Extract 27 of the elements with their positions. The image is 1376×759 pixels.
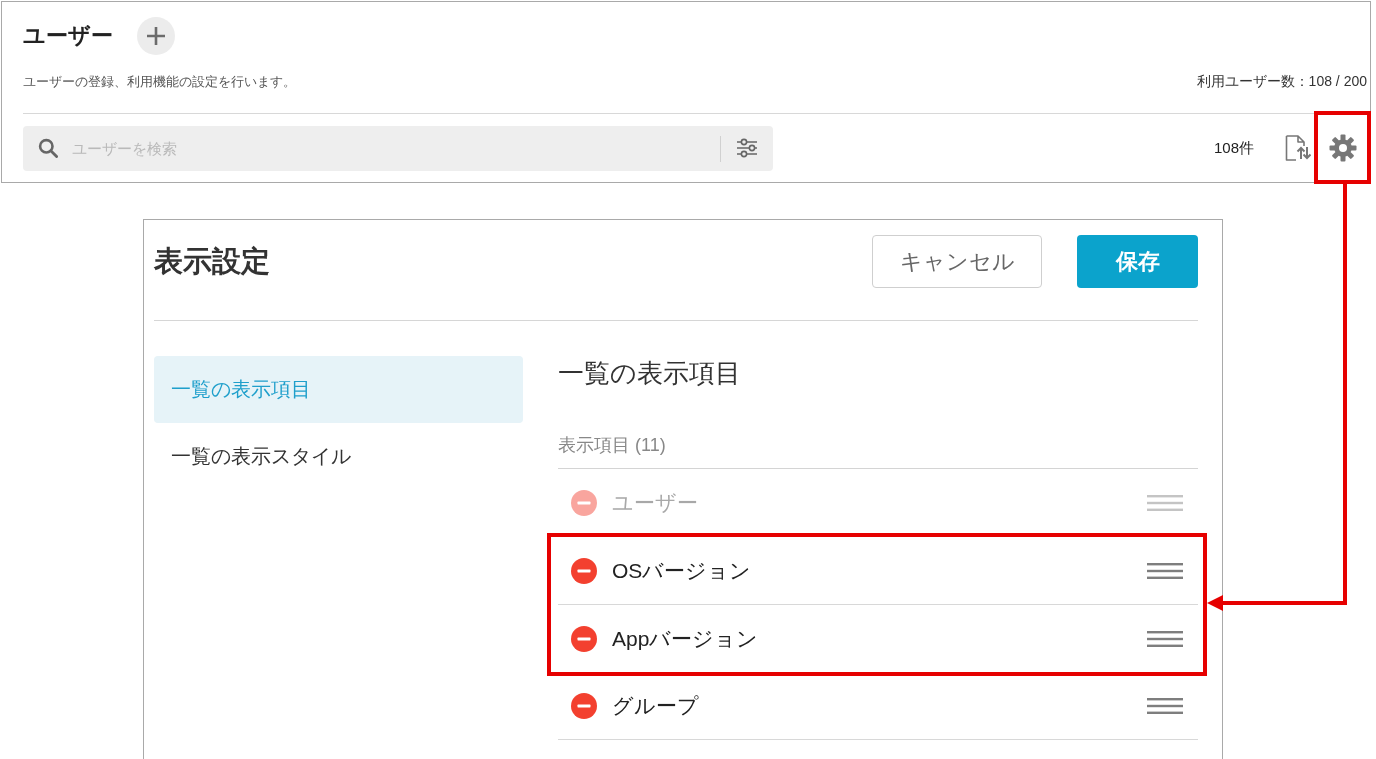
- page-description: ユーザーの登録、利用機能の設定を行います。: [23, 73, 296, 91]
- sidebar-item[interactable]: 一覧の表示スタイル: [154, 423, 523, 490]
- file-arrows-icon[interactable]: [1285, 135, 1311, 161]
- drag-handle-icon[interactable]: [1147, 696, 1183, 715]
- column-item-label: グループ: [612, 692, 700, 719]
- column-item-label: ユーザー: [612, 489, 699, 516]
- minus-circle-icon[interactable]: [571, 625, 597, 652]
- settings-icon[interactable]: [1328, 133, 1357, 162]
- add-button[interactable]: [137, 17, 175, 55]
- column-item-label: Appバージョン: [612, 625, 760, 652]
- minus-circle-icon[interactable]: [571, 557, 597, 584]
- plus-icon: [146, 26, 166, 46]
- result-count: 108件: [1213, 138, 1254, 158]
- drag-handle-icon[interactable]: [1147, 561, 1183, 580]
- user-count: 利用ユーザー数：108 / 200: [1196, 73, 1367, 91]
- page-title: ユーザー: [23, 22, 113, 50]
- section-title: 一覧の表示項目: [558, 357, 742, 390]
- search-icon: [38, 137, 58, 158]
- drag-handle-icon[interactable]: [1147, 629, 1183, 648]
- cancel-button[interactable]: キャンセル: [872, 235, 1042, 288]
- drag-handle-icon[interactable]: [1147, 493, 1183, 512]
- save-button[interactable]: 保存: [1077, 235, 1198, 288]
- sliders-icon[interactable]: [736, 137, 758, 158]
- minus-circle-icon[interactable]: [571, 692, 597, 719]
- column-item-label: OSバージョン: [612, 557, 753, 584]
- dialog-title: 表示設定: [154, 243, 270, 279]
- list-header: 表示項目 (11): [558, 432, 1198, 469]
